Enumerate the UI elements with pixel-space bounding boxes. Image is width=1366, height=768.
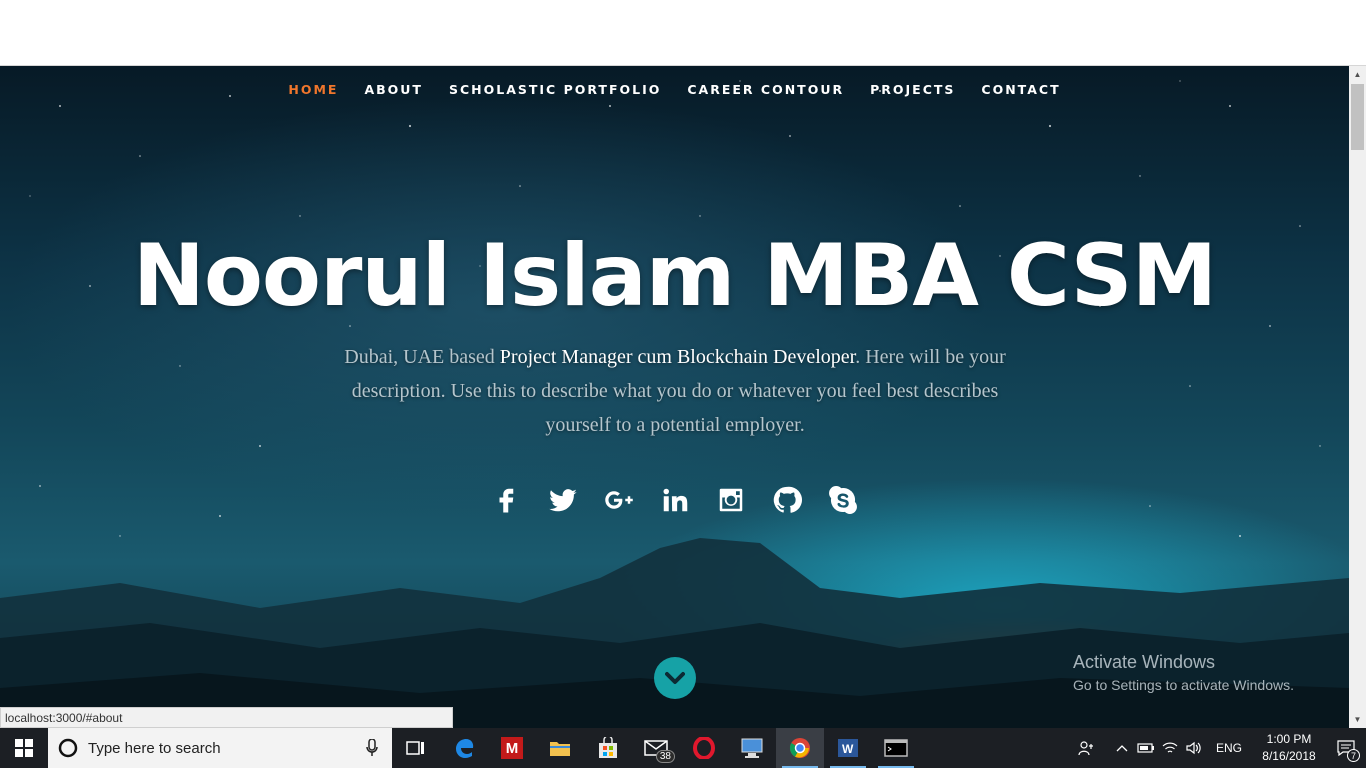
start-button[interactable] bbox=[0, 728, 48, 768]
scroll-down-arrow-icon[interactable]: ▼ bbox=[1349, 711, 1366, 728]
watermark-title: Activate Windows bbox=[1073, 652, 1216, 672]
opera-icon[interactable] bbox=[680, 728, 728, 768]
skype-icon[interactable] bbox=[826, 483, 860, 517]
word-icon[interactable]: W bbox=[824, 728, 872, 768]
wifi-icon[interactable] bbox=[1158, 728, 1182, 768]
windows-logo-icon bbox=[15, 739, 33, 757]
chevron-up-icon[interactable] bbox=[1110, 728, 1134, 768]
scroll-thumb[interactable] bbox=[1351, 84, 1364, 150]
mcafee-icon[interactable]: M bbox=[488, 728, 536, 768]
system-tray: ENG 1:00 PM 8/16/2018 7 bbox=[1074, 728, 1366, 768]
edge-browser-icon[interactable] bbox=[440, 728, 488, 768]
mail-badge: 38 bbox=[655, 750, 675, 763]
scroll-up-arrow-icon[interactable]: ▲ bbox=[1349, 66, 1366, 83]
notification-count: 7 bbox=[1347, 749, 1360, 762]
scroll-down-button[interactable] bbox=[654, 657, 696, 699]
task-view-icon[interactable] bbox=[392, 728, 440, 768]
desc-intro: Dubai, UAE based bbox=[344, 346, 500, 368]
facebook-icon[interactable] bbox=[490, 483, 524, 517]
store-icon[interactable] bbox=[584, 728, 632, 768]
battery-icon[interactable] bbox=[1134, 728, 1158, 768]
cortana-circle-icon bbox=[58, 738, 78, 758]
volume-icon[interactable] bbox=[1182, 728, 1206, 768]
watermark-subtitle: Go to Settings to activate Windows. bbox=[1073, 677, 1294, 693]
taskbar-clock[interactable]: 1:00 PM 8/16/2018 bbox=[1252, 731, 1326, 765]
hero-description: Dubai, UAE based Project Manager cum Blo… bbox=[320, 340, 1030, 442]
hero-title: Noorul Islam MBA CSM bbox=[132, 226, 1217, 326]
hero-section: HOME ABOUT SCHOLASTIC PORTFOLIO CAREER C… bbox=[0, 66, 1349, 728]
search-placeholder: Type here to search bbox=[88, 739, 221, 757]
google-plus-icon[interactable] bbox=[602, 483, 636, 517]
activate-windows-watermark: Activate Windows Go to Settings to activ… bbox=[1073, 652, 1294, 693]
chrome-icon[interactable] bbox=[776, 728, 824, 768]
nav-career-contour[interactable]: CAREER CONTOUR bbox=[674, 82, 857, 97]
microphone-icon[interactable] bbox=[366, 739, 378, 757]
instagram-icon[interactable] bbox=[714, 483, 748, 517]
taskbar-search[interactable]: Type here to search bbox=[48, 728, 392, 768]
svg-text:W: W bbox=[842, 742, 854, 756]
desc-role: Project Manager cum Blockchain Developer bbox=[499, 346, 856, 368]
windows-taskbar: Type here to search M 38 W ENG 1:00 PM 8… bbox=[0, 728, 1366, 768]
nav-contact[interactable]: CONTACT bbox=[968, 82, 1073, 97]
nav-scholastic-portfolio[interactable]: SCHOLASTIC PORTFOLIO bbox=[436, 82, 674, 97]
nav-about[interactable]: ABOUT bbox=[351, 82, 436, 97]
linkedin-icon[interactable] bbox=[658, 483, 692, 517]
social-links bbox=[0, 483, 1349, 517]
link-status-bar: localhost:3000/#about bbox=[0, 707, 453, 728]
nav-projects[interactable]: PROJECTS bbox=[857, 82, 968, 97]
browser-top-area bbox=[0, 0, 1366, 66]
chevron-down-icon bbox=[665, 672, 685, 684]
main-nav: HOME ABOUT SCHOLASTIC PORTFOLIO CAREER C… bbox=[0, 82, 1349, 97]
action-center-icon[interactable]: 7 bbox=[1326, 728, 1366, 768]
clock-time: 1:00 PM bbox=[1266, 732, 1312, 746]
mail-icon[interactable]: 38 bbox=[632, 728, 680, 768]
command-prompt-icon[interactable] bbox=[872, 728, 920, 768]
remote-desktop-icon[interactable] bbox=[728, 728, 776, 768]
people-icon[interactable] bbox=[1074, 728, 1098, 768]
language-indicator[interactable]: ENG bbox=[1206, 741, 1252, 755]
page-scrollbar[interactable]: ▲ ▼ bbox=[1349, 66, 1366, 728]
nav-home[interactable]: HOME bbox=[275, 82, 351, 97]
file-explorer-icon[interactable] bbox=[536, 728, 584, 768]
github-icon[interactable] bbox=[770, 483, 804, 517]
clock-date: 8/16/2018 bbox=[1262, 749, 1316, 763]
twitter-icon[interactable] bbox=[546, 483, 580, 517]
